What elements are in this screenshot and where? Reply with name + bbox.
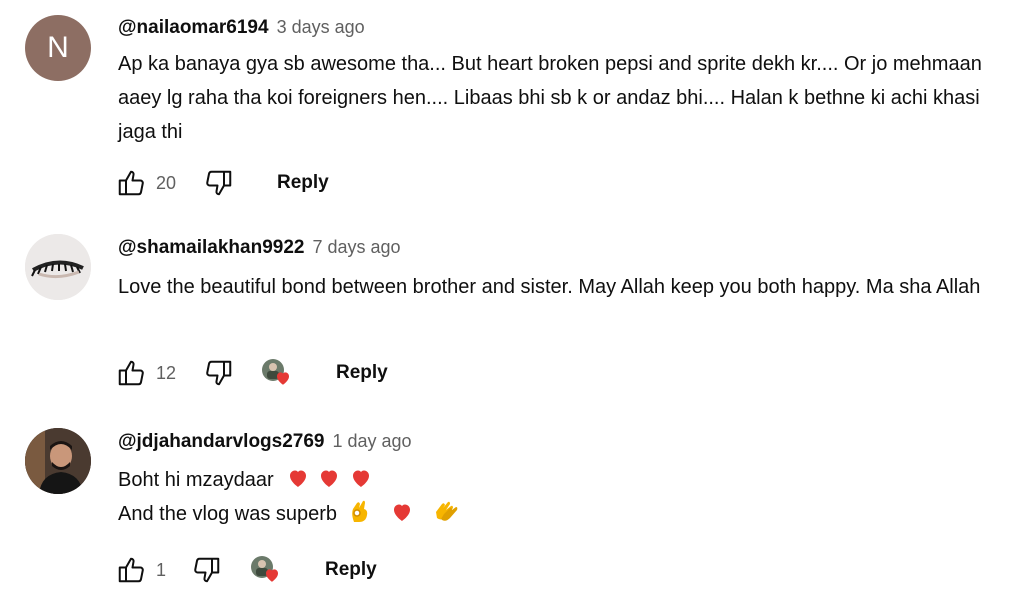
thumbs-down-icon[interactable] (202, 166, 236, 200)
reply-button[interactable]: Reply (336, 362, 388, 384)
reply-button[interactable]: Reply (325, 559, 377, 581)
comment-text: Love the beautiful bond between brother … (118, 276, 981, 298)
avatar[interactable] (25, 234, 91, 300)
like-count: 12 (156, 362, 177, 383)
comment-author[interactable]: @jdjahandarvlogs2769 (118, 431, 325, 453)
comment-actions: 20 Reply (114, 165, 329, 201)
comment-time[interactable]: 7 days ago (312, 237, 400, 258)
comment-line: And the vlog was superb (118, 503, 338, 525)
thumbs-up-icon[interactable] (114, 166, 148, 200)
clapping-hands-emoji (435, 501, 457, 521)
comment-line: Boht hi mzaydaar (118, 469, 274, 491)
comment-time[interactable]: 1 day ago (333, 431, 412, 452)
reply-button[interactable]: Reply (277, 172, 329, 194)
comment-time[interactable]: 3 days ago (277, 17, 365, 38)
like-count: 20 (156, 172, 177, 193)
red-heart-emoji (316, 466, 342, 490)
red-heart-emoji (348, 466, 374, 490)
comment-actions: 12 Reply (114, 355, 388, 391)
ok-hand-emoji (352, 500, 368, 522)
comment-text: Ap ka banaya gya sb awesome tha... But h… (118, 53, 982, 143)
comment-text: Boht hi mzaydaar And the vlog was superb (118, 463, 1008, 531)
avatar[interactable] (25, 428, 91, 494)
red-heart-emoji (389, 500, 415, 524)
thumbs-down-icon[interactable] (190, 553, 224, 587)
comment-author[interactable]: @shamailakhan9922 (118, 237, 304, 259)
creator-heart-icon (249, 554, 283, 586)
comment-author[interactable]: @nailaomar6194 (118, 17, 269, 39)
thumbs-up-icon[interactable] (114, 356, 148, 390)
thumbs-down-icon[interactable] (202, 356, 236, 390)
comment-actions: 1 Reply (114, 552, 377, 588)
red-heart-emoji (285, 466, 311, 490)
creator-heart-icon (260, 357, 294, 389)
like-count: 1 (156, 559, 167, 580)
avatar[interactable]: N (25, 15, 91, 81)
thumbs-up-icon[interactable] (114, 553, 148, 587)
